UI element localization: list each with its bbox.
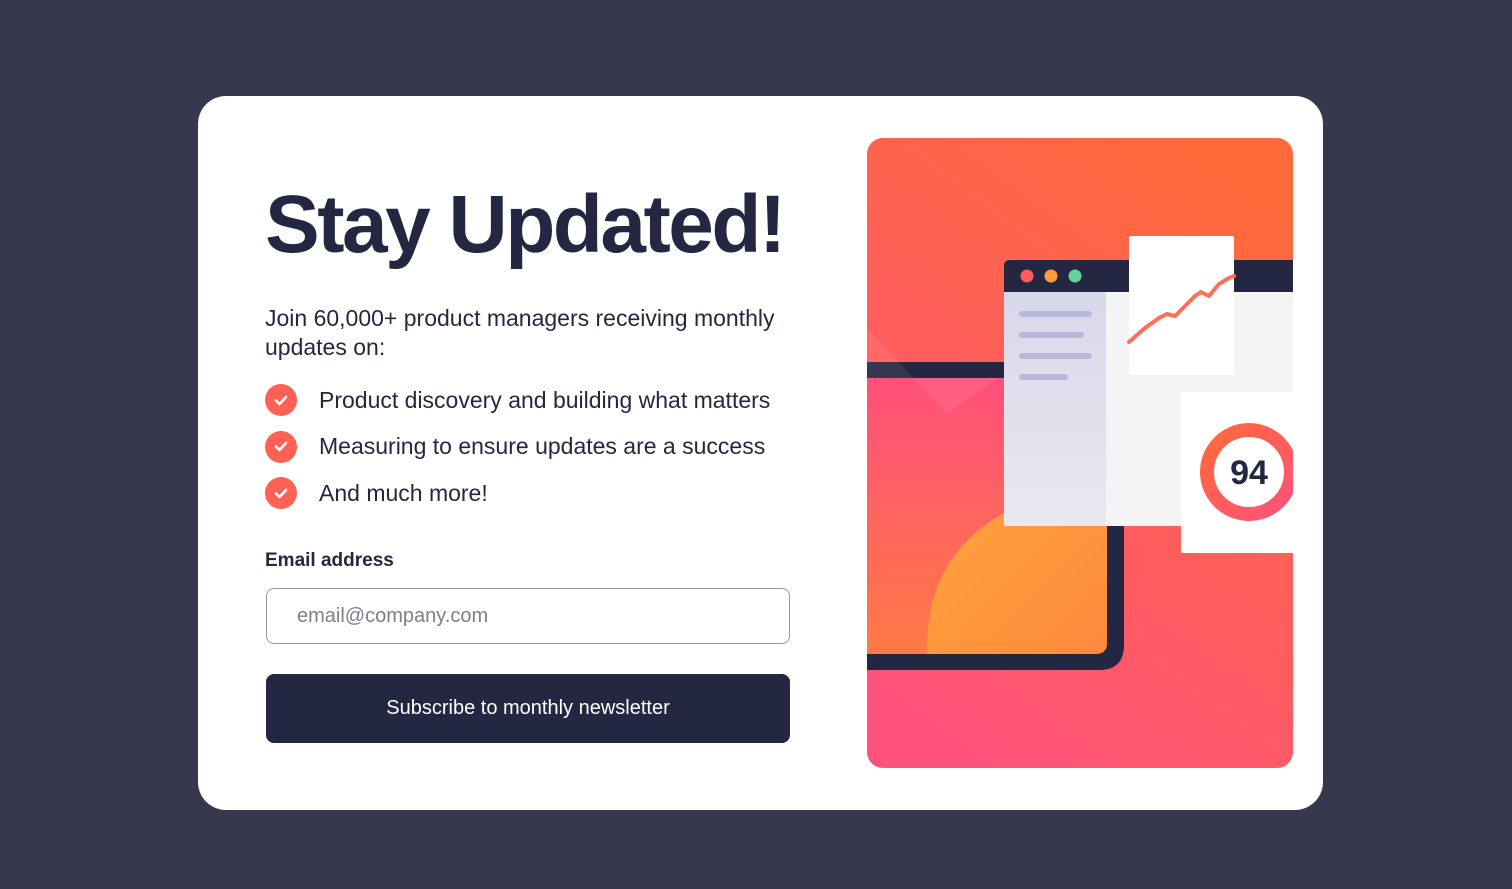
- page-title: Stay Updated!: [265, 179, 786, 270]
- check-icon: [265, 384, 297, 416]
- email-field[interactable]: [266, 588, 790, 644]
- hero-illustration: 94: [867, 138, 1293, 768]
- maximize-dot-icon: [1068, 269, 1082, 283]
- intro-text: Join 60,000+ product managers receiving …: [265, 305, 775, 360]
- check-icon: [265, 430, 297, 463]
- close-dot-icon: [1020, 269, 1034, 283]
- minimize-dot-icon: [1044, 269, 1058, 283]
- list-item: Measuring to ensure updates are a succes…: [265, 430, 770, 463]
- newsletter-card: Stay Updated! Join 60,000+ product manag…: [198, 96, 1323, 810]
- subscribe-button[interactable]: Subscribe to monthly newsletter: [266, 674, 790, 743]
- feature-text: Product discovery and building what matt…: [319, 386, 771, 413]
- score-card: 94: [1181, 392, 1293, 553]
- email-label: Email address: [265, 550, 394, 571]
- feature-text: And much more!: [319, 479, 488, 506]
- trend-chart-card: [1127, 236, 1236, 375]
- score-value: 94: [1230, 454, 1268, 492]
- feature-text: Measuring to ensure updates are a succes…: [319, 433, 766, 459]
- list-item: And much more!: [265, 477, 770, 509]
- feature-list: Product discovery and building what matt…: [265, 384, 770, 524]
- check-icon: [265, 477, 297, 509]
- list-item: Product discovery and building what matt…: [265, 384, 770, 416]
